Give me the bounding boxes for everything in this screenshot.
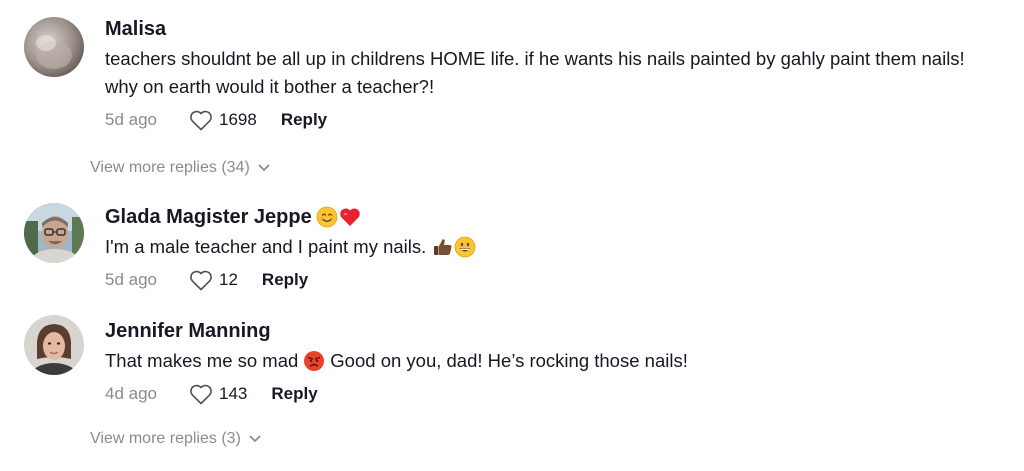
avatar[interactable] (24, 315, 84, 375)
comment-meta: 5d ago 12 Reply (105, 267, 994, 293)
grinning-face-emoji-icon (454, 236, 476, 258)
chevron-down-icon[interactable] (258, 164, 270, 172)
view-more-label[interactable]: View more replies (34) (90, 159, 250, 177)
comment-author[interactable]: Glada Magister Jeppe (105, 204, 994, 230)
reply-button[interactable]: Reply (281, 110, 327, 130)
thumbs-up-emoji-icon (432, 236, 454, 258)
avatar[interactable] (24, 17, 84, 77)
author-name[interactable]: Jennifer Manning (105, 318, 271, 344)
author-name[interactable]: Malisa (105, 16, 166, 42)
comment-timestamp: 4d ago (105, 384, 157, 403)
heart-outline-icon[interactable] (189, 269, 213, 291)
author-name[interactable]: Glada Magister Jeppe (105, 204, 312, 230)
like-count: 12 (219, 270, 238, 289)
view-more-replies-button[interactable]: View more replies (34) (90, 159, 270, 177)
like-button[interactable]: 12 (189, 269, 262, 291)
like-count: 143 (219, 384, 248, 403)
comment-meta: 5d ago 1698 Reply (105, 107, 994, 133)
smiling-face-emoji-icon (316, 206, 338, 228)
avatar[interactable] (24, 203, 84, 263)
like-count: 1698 (219, 110, 257, 129)
angry-face-emoji-icon (303, 350, 325, 372)
like-button[interactable]: 143 (189, 383, 271, 405)
comment-author[interactable]: Jennifer Manning (105, 318, 994, 344)
view-more-label[interactable]: View more replies (3) (90, 430, 241, 448)
red-heart-emoji-icon (339, 206, 361, 228)
comment-text-container: I'm a male teacher and I paint my nails. (105, 233, 994, 261)
comment-timestamp: 5d ago (105, 110, 157, 129)
heart-outline-icon[interactable] (189, 383, 213, 405)
comment-meta: 4d ago 143 Reply (105, 381, 994, 407)
author-emojis (316, 206, 361, 228)
view-more-replies-button[interactable]: View more replies (3) (90, 430, 261, 448)
comment-text-part-1: That makes me so mad (105, 350, 299, 371)
comment-author[interactable]: Malisa (105, 16, 994, 42)
chevron-down-icon[interactable] (249, 435, 261, 443)
reply-button[interactable]: Reply (262, 270, 308, 290)
comment-text: teachers shouldnt be all up in childrens… (105, 48, 965, 97)
comment-text-container: That makes me so mad Good on you, dad! H… (105, 347, 994, 375)
comment-text: I'm a male teacher and I paint my nails. (105, 236, 427, 257)
heart-outline-icon[interactable] (189, 109, 213, 131)
comment-text-part-2: Good on you, dad! He’s rocking those nai… (330, 350, 688, 371)
like-button[interactable]: 1698 (189, 109, 281, 131)
reply-button[interactable]: Reply (271, 384, 317, 404)
comment-timestamp: 5d ago (105, 270, 157, 289)
